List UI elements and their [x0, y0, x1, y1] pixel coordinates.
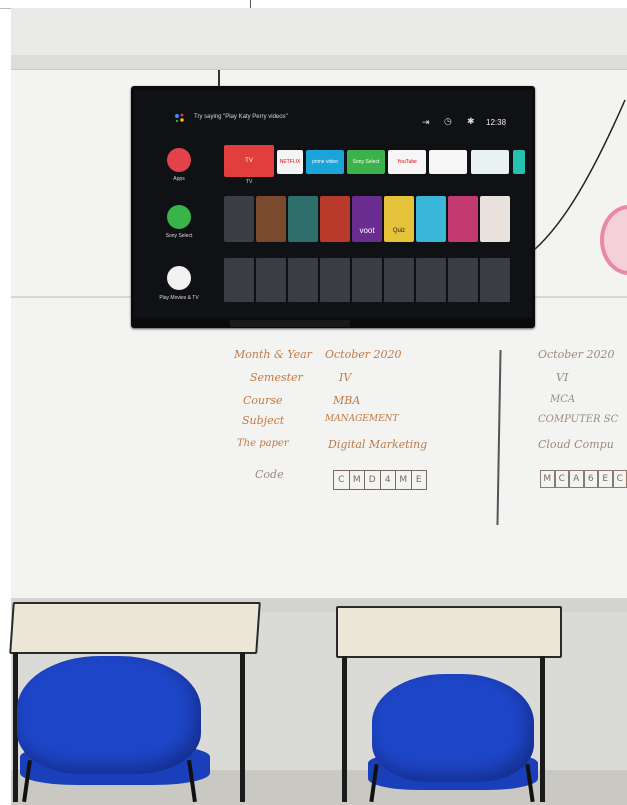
board-value: Digital Marketing [328, 438, 428, 451]
chair-right [372, 674, 534, 782]
board-label: The paper [237, 438, 289, 449]
code-char: A [569, 470, 584, 488]
poster-tile[interactable] [320, 196, 350, 242]
whiteboard-top-rail [11, 55, 627, 70]
board-value: IV [339, 371, 352, 384]
sidebar-item-apps[interactable]: Apps [149, 176, 209, 182]
subject-code-boxes: M C A 6 E C [540, 470, 627, 488]
placeholder-tile[interactable] [448, 258, 478, 302]
channel-caption-tv: TV [246, 179, 253, 185]
placeholder-tile[interactable] [480, 258, 510, 302]
google-assistant-icon[interactable] [174, 112, 186, 124]
desk-leg [540, 656, 545, 802]
placeholder-tile[interactable] [416, 258, 446, 302]
code-char: M [350, 471, 365, 489]
code-char: C [334, 471, 350, 489]
desk-leg [240, 652, 245, 802]
placeholder-tile[interactable] [320, 258, 350, 302]
board-value: Cloud Compu [538, 438, 614, 451]
poster-tile[interactable] [224, 196, 254, 242]
channel-tile-app[interactable] [471, 150, 509, 174]
placeholder-tile[interactable] [256, 258, 286, 302]
apps-grid-icon[interactable] [167, 148, 191, 172]
board-label: Month & Year [234, 348, 312, 361]
board-label: Subject [242, 414, 285, 427]
code-char: M [540, 470, 555, 488]
channel-tile-sony-select[interactable]: Sony Select [347, 150, 385, 174]
poster-tile[interactable] [448, 196, 478, 242]
channel-tile-prime[interactable]: prime video [306, 150, 344, 174]
gear-icon[interactable]: ✱ [467, 116, 475, 127]
board-value: VI [556, 371, 569, 384]
code-char: D [365, 471, 381, 489]
board-label: Semester [250, 371, 303, 384]
board-value: October 2020 [325, 348, 402, 361]
poster-tile-voot[interactable]: voot [352, 196, 382, 242]
chair-left [17, 656, 201, 774]
board-value: MBA [333, 394, 361, 407]
sidebar-item-play-movies[interactable]: Play Movies & TV [149, 295, 209, 301]
tv-screen: Try saying "Play Katy Perry videos" ⇥ ◷ … [134, 90, 532, 318]
sidebar-item-sony-select[interactable]: Sony Select [149, 233, 209, 239]
code-char: 6 [583, 470, 598, 488]
poster-tile[interactable] [416, 196, 446, 242]
channel-tile-app[interactable] [513, 150, 525, 174]
desk-right [336, 606, 562, 658]
channel-tile-tv[interactable]: TV [224, 145, 274, 177]
board-value: MANAGEMENT [325, 414, 399, 424]
poster-tile[interactable] [480, 196, 510, 242]
clock-icon[interactable]: ◷ [444, 116, 452, 127]
code-char: E [598, 470, 613, 488]
placeholder-tile[interactable] [384, 258, 414, 302]
placeholder-tile[interactable] [288, 258, 318, 302]
sony-select-icon[interactable] [167, 205, 191, 229]
assistant-hint: Try saying "Play Katy Perry videos" [194, 114, 288, 120]
clock-time: 12:38 [486, 118, 507, 127]
code-char: C [612, 470, 627, 488]
placeholder-tile[interactable] [352, 258, 382, 302]
code-char: C [554, 470, 569, 488]
board-label: Course [243, 394, 283, 407]
subject-code-boxes: C M D 4 M E [333, 470, 427, 490]
play-movies-icon[interactable] [167, 266, 191, 290]
board-value: October 2020 [538, 348, 615, 361]
tv-stand [230, 320, 350, 327]
placeholder-tile[interactable] [224, 258, 254, 302]
board-value: MCA [550, 394, 576, 405]
channel-tile-youtube[interactable]: YouTube [388, 150, 426, 174]
poster-tile[interactable] [256, 196, 286, 242]
desk-leg [342, 656, 347, 802]
board-label: Code [255, 468, 284, 481]
board-value: COMPUTER SC [538, 414, 619, 425]
poster-tile-quiz[interactable]: Quiz [384, 196, 414, 242]
code-char: M [396, 471, 412, 489]
input-icon[interactable]: ⇥ [422, 117, 430, 128]
channel-tile-netflix[interactable]: NETFLIX [277, 150, 303, 174]
desk-left [9, 602, 261, 654]
channel-tile-app[interactable] [429, 150, 467, 174]
code-char: 4 [381, 471, 396, 489]
code-char: E [415, 475, 422, 485]
poster-tile[interactable] [288, 196, 318, 242]
